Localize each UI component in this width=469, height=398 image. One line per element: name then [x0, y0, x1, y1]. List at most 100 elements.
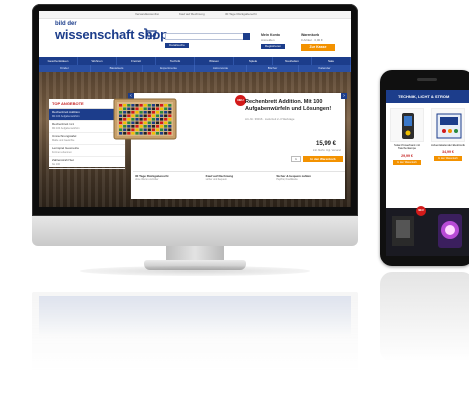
sub-nav: Kinder Bastelsets Experimente Astronomie…	[39, 65, 351, 72]
subnav-item[interactable]: Kinder	[39, 65, 91, 72]
bead	[135, 107, 139, 111]
nav-item[interactable]: Wissen	[195, 57, 234, 65]
subnav-item[interactable]: Astronomie	[195, 65, 247, 72]
sidebar-item-sub: Mit 100 Aufgabenwürfeln	[52, 126, 80, 130]
bead	[139, 128, 143, 132]
sidebar-item-sub: Formen erkennen	[52, 150, 72, 154]
add-to-cart-button[interactable]: In den Warenkorb	[303, 156, 343, 162]
bead	[147, 118, 151, 121]
sidebar-item[interactable]: Lernspiel Geometrie Formen erkennen	[49, 145, 125, 157]
carousel-next-arrow[interactable]: ›	[341, 93, 347, 99]
bead	[127, 114, 131, 118]
kit-box-icon	[436, 113, 462, 139]
bead	[131, 111, 135, 114]
phone-add-to-cart-button[interactable]: In den Warenkorb	[434, 156, 462, 162]
bead	[151, 121, 155, 125]
nav-item[interactable]: Spiele	[234, 57, 273, 65]
search-button[interactable]	[243, 33, 250, 45]
product-vat-note: inkl. MwSt. zzgl. Versand	[313, 149, 341, 152]
feature-sub: PayPal, Kreditkarte	[276, 178, 298, 181]
bead	[155, 128, 160, 132]
bead	[135, 128, 139, 132]
subnav-item[interactable]: Bastelsets	[91, 65, 143, 72]
phone-product-price: 29,99 €	[401, 153, 413, 158]
subnav-item[interactable]: Kalender	[299, 65, 351, 72]
imac-screen: Versandkostenfrei Kauf auf Rechnung 30 T…	[39, 11, 351, 207]
subnav-item[interactable]: Experimente	[143, 65, 195, 72]
product-image[interactable]	[113, 97, 177, 141]
sidebar-item-label: Rechenbrett Addition	[52, 110, 80, 114]
quantity-field[interactable]: 1	[291, 156, 301, 162]
phone-product[interactable]: Adventskalender Elektronik 34,99 € In de…	[431, 108, 465, 162]
bead	[164, 111, 168, 114]
bead	[155, 132, 160, 135]
sidebar-item-label: Umrechnungstafel	[52, 134, 77, 138]
bead	[164, 107, 168, 111]
phone-lower-products	[386, 208, 469, 256]
bead	[151, 107, 155, 111]
cart-title: Warenkorb	[301, 33, 320, 37]
bead	[155, 107, 160, 111]
bead	[131, 114, 135, 118]
bead	[147, 128, 151, 132]
nav-item[interactable]: Wohnen	[78, 57, 117, 65]
register-button[interactable]: Registrieren	[261, 44, 285, 49]
sidebar-item-sub: Maße und Gewichte	[52, 138, 75, 142]
nav-item[interactable]: Freizeit	[117, 57, 156, 65]
topbar-item: Kauf auf Rechnung	[179, 12, 205, 16]
phone-mockup: TECHNIK, LICHT & STROM Solar-Powerbank m…	[380, 70, 469, 266]
bead	[168, 128, 172, 132]
topbar-item: Versandkostenfrei	[135, 12, 160, 16]
advanced-search-button[interactable]: Detailsuche	[165, 43, 189, 48]
nav-item[interactable]: Neuheiten	[273, 57, 312, 65]
bead	[143, 111, 147, 114]
phone-add-to-cart-button[interactable]: In den Warenkorb	[393, 159, 421, 165]
bead	[151, 125, 155, 128]
bead	[123, 118, 127, 121]
bead	[164, 132, 168, 135]
subnav-item[interactable]: Bücher	[247, 65, 299, 72]
phone-category-header[interactable]: TECHNIK, LICHT & STROM	[386, 90, 469, 103]
bead	[151, 111, 155, 114]
topbar-item: 30 Tage Rückgaberecht	[225, 12, 257, 16]
phone-product[interactable]: Solar-Powerbank mit Taschenlampe 29,99 €…	[390, 108, 424, 165]
bead	[127, 111, 131, 114]
imac-bezel: Versandkostenfrei Kauf auf Rechnung 30 T…	[32, 4, 358, 216]
search-field[interactable]	[165, 33, 249, 49]
bead	[127, 118, 131, 121]
imac-reflection	[32, 292, 358, 372]
phone-product-image[interactable]	[431, 108, 465, 142]
bead	[131, 118, 135, 121]
bead	[164, 128, 168, 132]
account-login-link[interactable]: Anmelden	[261, 38, 295, 42]
bead	[168, 118, 172, 121]
cart-logo-icon	[144, 28, 157, 40]
bead	[139, 111, 143, 114]
bead	[143, 121, 147, 125]
checkout-button[interactable]: Zur Kasse	[301, 44, 335, 51]
shop-logo[interactable]: bild der wissenschaft shop	[55, 21, 168, 51]
feature-sub: sicher und bequem	[205, 178, 227, 181]
bead	[151, 132, 155, 135]
bead	[160, 128, 164, 132]
nav-item[interactable]: Geschenkideen	[39, 57, 78, 65]
bead	[164, 125, 168, 128]
nav-item[interactable]: Sale	[312, 57, 351, 65]
sidebar-item-label: Lernspiel Geometrie	[52, 146, 80, 150]
bead	[160, 125, 164, 128]
bead	[123, 107, 127, 111]
bead	[135, 118, 139, 121]
bead	[155, 121, 160, 125]
phone-product-image[interactable]	[390, 108, 424, 142]
sidebar-item-label: Rechenbrett 1x1	[52, 122, 75, 126]
bead	[123, 114, 127, 118]
bead	[119, 121, 123, 125]
bead	[168, 121, 172, 125]
product-title[interactable]: Rechenbrett Addition. Mit 100 Aufgabenwü…	[245, 99, 341, 112]
nav-item[interactable]: Technik	[156, 57, 195, 65]
bead	[123, 104, 127, 107]
product-meta: Art.-Nr. 36016 · Lieferzeit 2–3 Werktage	[245, 117, 295, 121]
bead	[147, 104, 151, 107]
sidebar-item[interactable]: Zahlenstrahl Set bis 100	[49, 157, 125, 169]
bead	[131, 121, 135, 125]
